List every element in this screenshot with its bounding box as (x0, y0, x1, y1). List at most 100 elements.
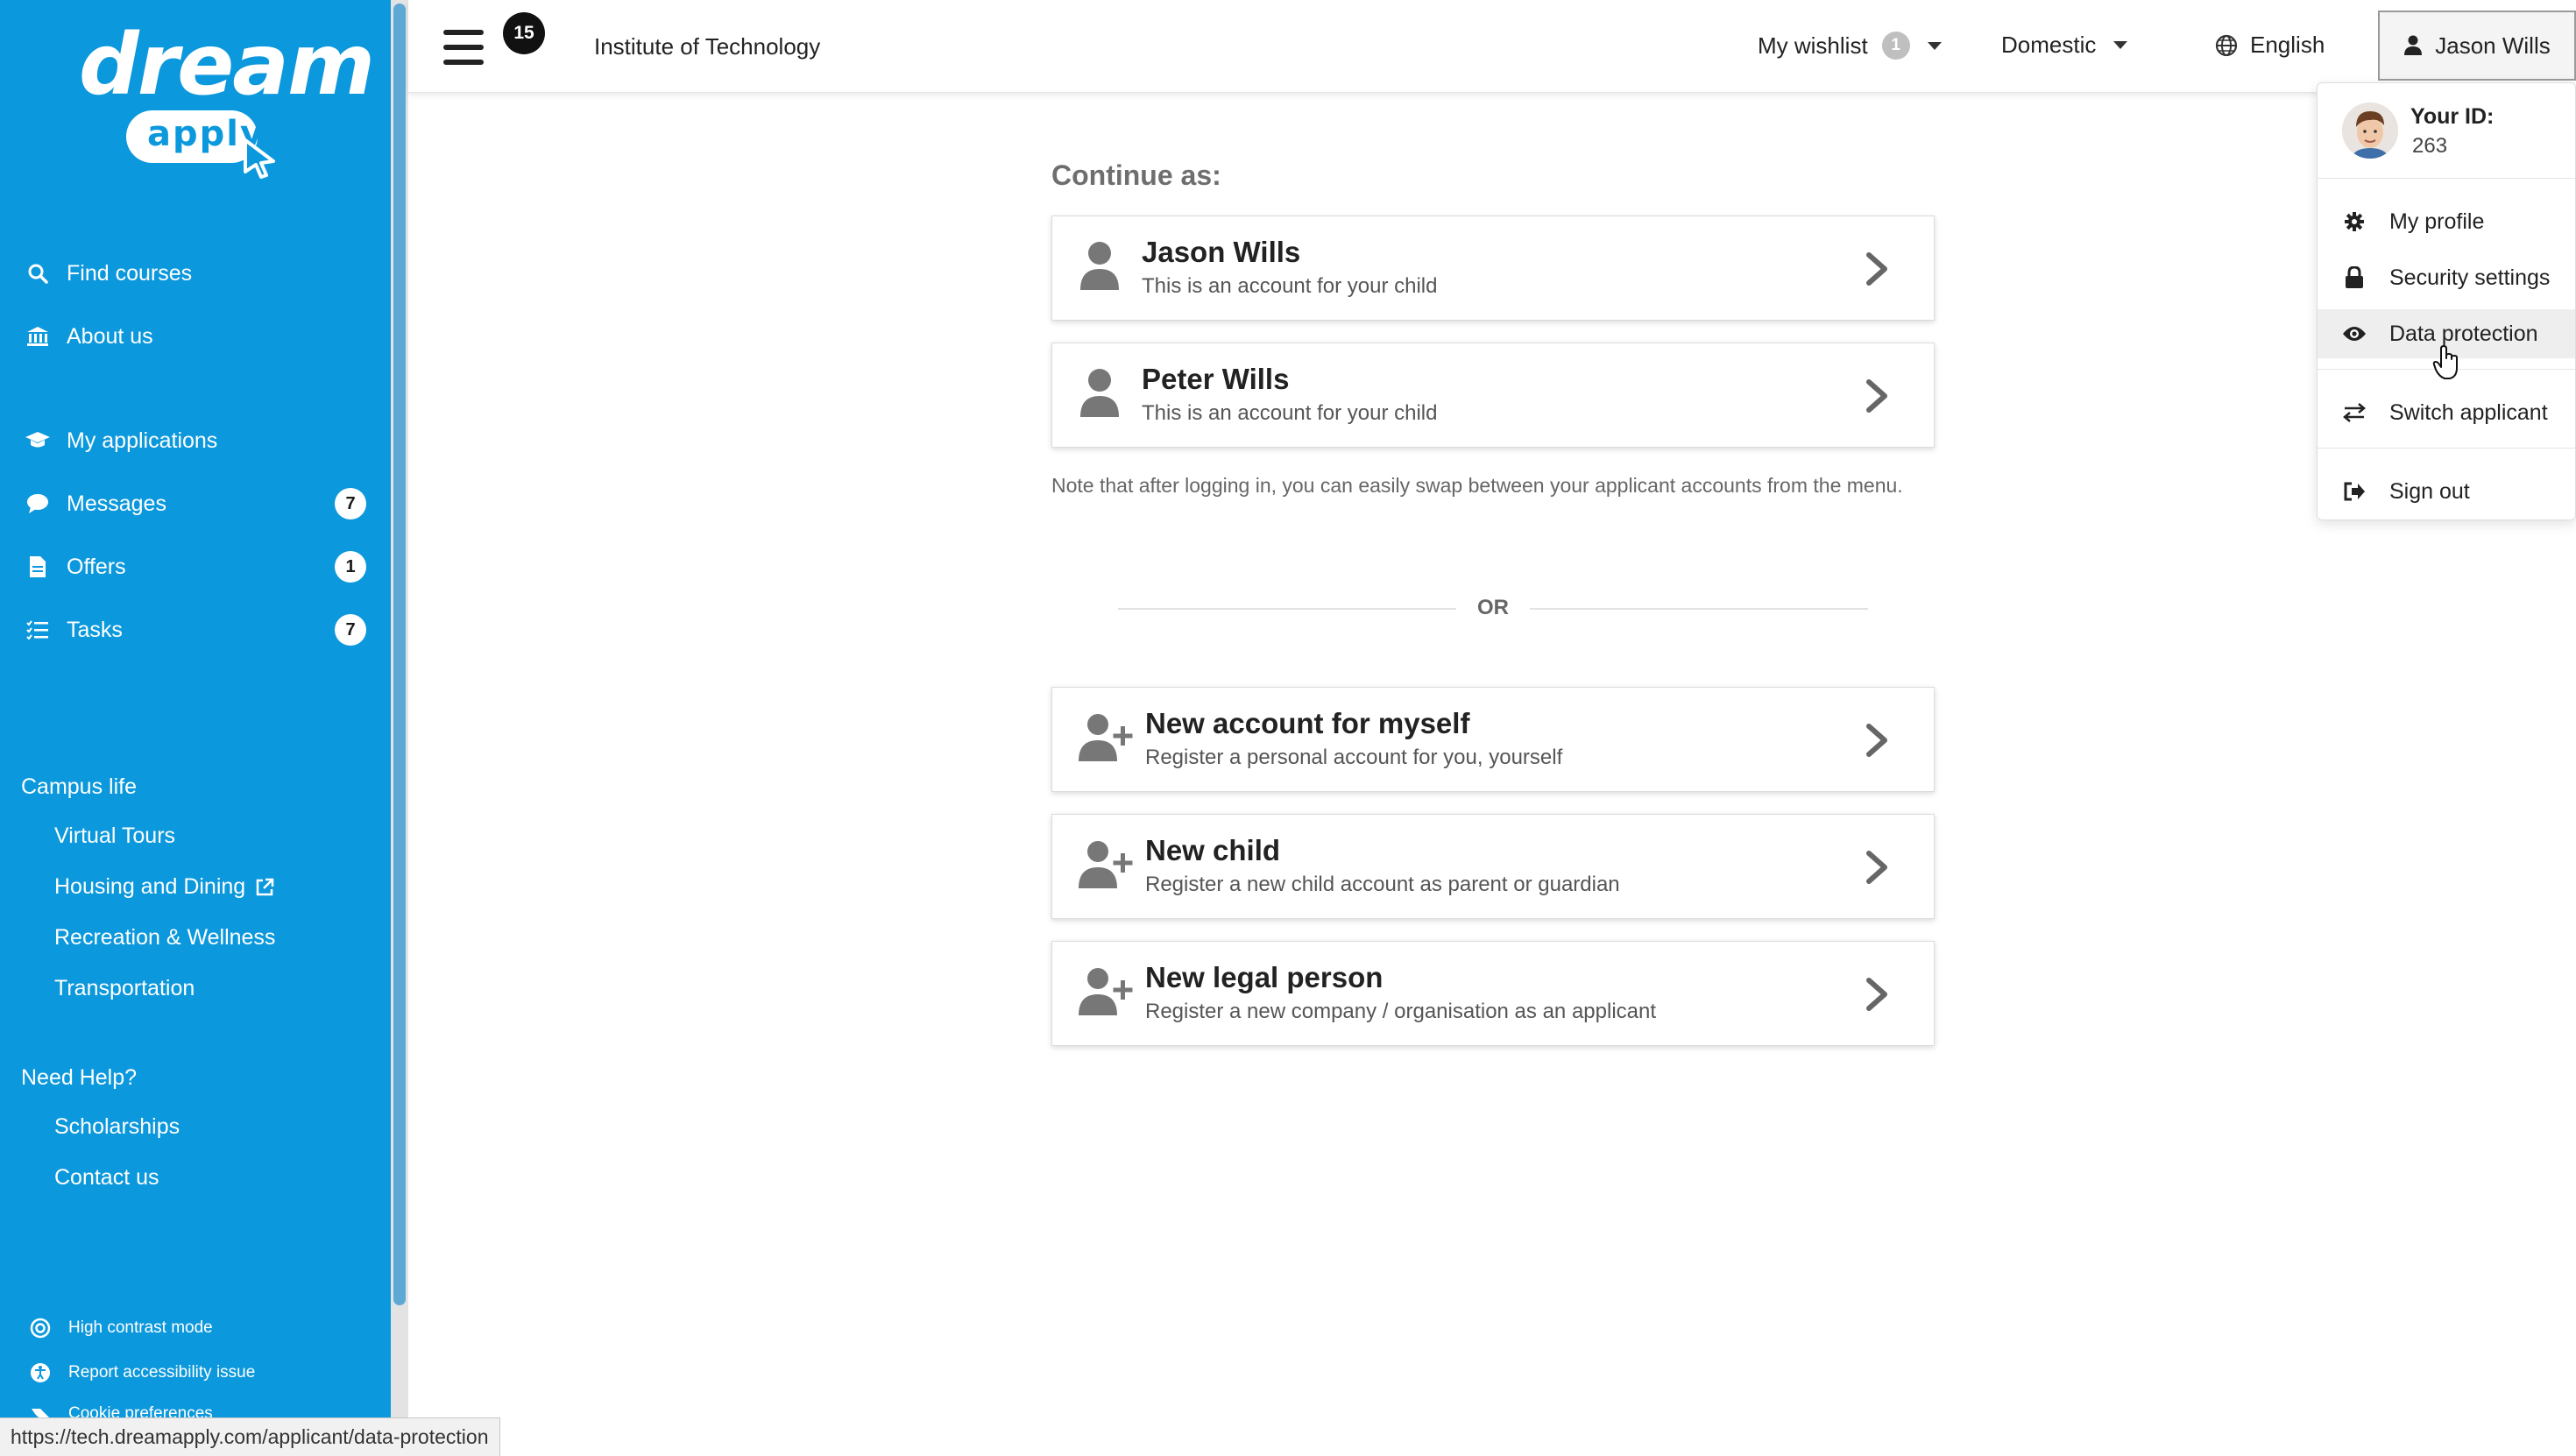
user-icon (1080, 242, 1119, 290)
avatar (2342, 102, 2398, 159)
switch-accounts-note: Note that after logging in, you can easi… (1051, 474, 1903, 497)
language-label: English (2250, 32, 2325, 58)
search-icon (25, 260, 51, 286)
region-label: Domestic (2001, 32, 2097, 58)
new-child-card[interactable]: New child Register a new child account a… (1051, 814, 1935, 919)
logo-word: dream (79, 16, 375, 114)
menu-item-label: Data protection (2389, 321, 2538, 346)
nav-label: Find courses (67, 260, 193, 286)
account-card-jason-wills[interactable]: Jason Wills This is an account for your … (1051, 216, 1935, 321)
nav-label: Tasks (67, 617, 123, 642)
continue-as-heading: Continue as: (1051, 159, 1221, 191)
nav-my-applications[interactable]: My applications (25, 421, 366, 460)
user-plus-icon (1079, 841, 1133, 888)
menu-item-sign-out[interactable]: Sign out (2318, 467, 2575, 516)
account-card-peter-wills[interactable]: Peter Wills This is an account for your … (1051, 343, 1935, 448)
nav-label: Messages (67, 491, 166, 516)
menu-item-label: Sign out (2389, 478, 2470, 504)
menu-notification-badge: 15 (503, 12, 545, 54)
user-dropdown-menu: Your ID: 263 My profile Security setting… (2317, 82, 2576, 520)
user-menu-button[interactable]: Jason Wills (2378, 11, 2576, 81)
institution-icon (25, 323, 51, 350)
dreamapply-logo[interactable]: dream apply (79, 16, 375, 182)
chat-bubble-icon (25, 491, 51, 517)
nav-label: About us (67, 323, 153, 349)
wishlist-label: My wishlist (1758, 32, 1868, 59)
nav-tasks[interactable]: Tasks 7 (25, 611, 366, 649)
account-name: Peter Wills (1142, 363, 1290, 395)
menu-item-label: My profile (2389, 209, 2485, 234)
messages-count-badge: 7 (335, 488, 366, 519)
graduation-cap-icon (25, 428, 51, 454)
offers-count-badge: 1 (335, 551, 366, 583)
dropdown-divider (2318, 178, 2575, 179)
language-selector[interactable]: English (2215, 32, 2325, 59)
wishlist-count-badge: 1 (1881, 32, 1910, 60)
user-name: Jason Wills (2435, 32, 2551, 59)
chevron-right-icon (1866, 978, 1887, 1011)
swap-arrows-icon (2342, 400, 2367, 425)
link-recreation-wellness[interactable]: Recreation & Wellness (54, 925, 275, 951)
campus-life-heading: Campus life (21, 774, 137, 799)
dropdown-divider (2318, 448, 2575, 449)
chevron-right-icon (1866, 724, 1887, 757)
link-scholarships[interactable]: Scholarships (54, 1114, 180, 1140)
option-title: New child (1145, 834, 1281, 866)
scrollbar-thumb[interactable] (393, 4, 406, 1305)
link-label: Housing and Dining (54, 874, 246, 899)
menu-item-my-profile[interactable]: My profile (2318, 197, 2575, 246)
nav-find-courses[interactable]: Find courses (25, 254, 366, 293)
menu-item-switch-applicant[interactable]: Switch applicant (2318, 388, 2575, 437)
caret-down-icon (1927, 41, 1942, 50)
user-id-label: Your ID: (2410, 104, 2495, 129)
nav-messages[interactable]: Messages 7 (25, 484, 366, 523)
account-description: This is an account for your child (1142, 274, 1438, 298)
menu-item-security-settings[interactable]: Security settings (2318, 253, 2575, 302)
link-virtual-tours[interactable]: Virtual Tours (54, 823, 175, 849)
footer-label: High contrast mode (68, 1318, 213, 1337)
globe-icon (2215, 34, 2238, 56)
nav-offers[interactable]: Offers 1 (25, 548, 366, 586)
tasks-count-badge: 7 (335, 614, 366, 646)
wishlist-dropdown[interactable]: My wishlist 1 (1758, 32, 1942, 60)
sign-out-icon (2342, 479, 2367, 504)
gear-icon (2342, 209, 2367, 234)
caret-down-icon (2113, 41, 2128, 49)
user-plus-icon (1079, 968, 1133, 1015)
sidebar: dream apply Find courses About us My app… (0, 0, 391, 1456)
or-divider-left (1118, 608, 1456, 610)
link-transportation[interactable]: Transportation (54, 976, 195, 1001)
hamburger-menu-button[interactable] (443, 30, 484, 65)
nav-label: My applications (67, 428, 218, 453)
high-contrast-mode-toggle[interactable]: High contrast mode (28, 1316, 213, 1340)
lock-icon (2342, 265, 2367, 290)
need-help-heading: Need Help? (21, 1065, 138, 1090)
new-account-myself-card[interactable]: New account for myself Register a person… (1051, 687, 1935, 792)
institution-title[interactable]: Institute of Technology (594, 33, 820, 60)
link-contact-us[interactable]: Contact us (54, 1165, 159, 1191)
task-list-icon (25, 617, 51, 643)
nav-about-us[interactable]: About us (25, 317, 366, 356)
menu-bar (443, 30, 484, 35)
logo-cursor-icon (244, 138, 275, 179)
chevron-right-icon (1866, 252, 1887, 286)
or-divider-right (1530, 608, 1868, 610)
nav-label: Offers (67, 554, 126, 579)
new-legal-person-card[interactable]: New legal person Register a new company … (1051, 941, 1935, 1046)
report-accessibility-link[interactable]: Report accessibility issue (28, 1361, 255, 1385)
menu-item-label: Switch applicant (2389, 399, 2548, 425)
user-id-value: 263 (2412, 134, 2448, 158)
link-housing-and-dining[interactable]: Housing and Dining (54, 874, 275, 900)
chevron-right-icon (1866, 379, 1887, 413)
menu-bar (443, 45, 484, 50)
document-icon (25, 554, 51, 580)
account-name: Jason Wills (1142, 236, 1301, 268)
user-icon (1080, 369, 1119, 417)
menu-item-label: Security settings (2389, 265, 2551, 290)
contrast-icon (28, 1316, 53, 1340)
option-description: Register a personal account for you, you… (1145, 746, 1563, 769)
sidebar-scrollbar[interactable] (391, 0, 408, 1456)
region-dropdown[interactable]: Domestic (2001, 32, 2128, 59)
menu-bar (443, 60, 484, 65)
option-description: Register a new company / organisation as… (1145, 1000, 1657, 1023)
